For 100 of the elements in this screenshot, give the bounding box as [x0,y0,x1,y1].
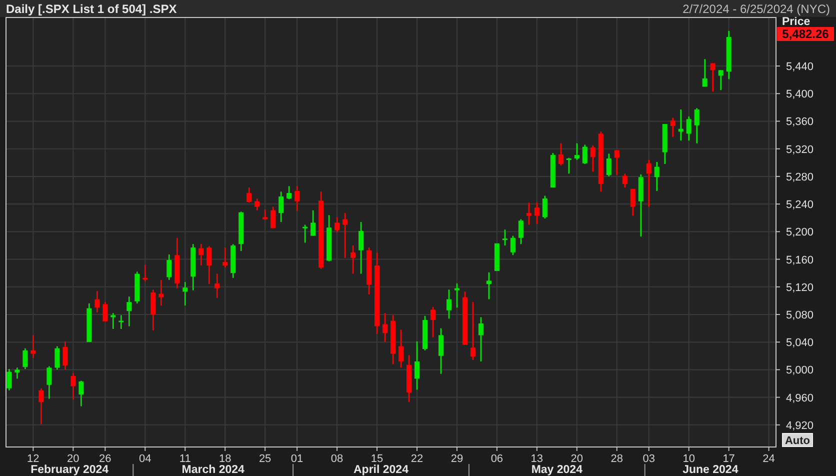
x-axis-label: 24 [762,453,775,465]
y-axis-label: 5,120 [786,282,814,294]
candlestick [6,369,12,390]
candlestick [438,328,444,374]
candlestick [478,317,484,362]
candlestick [502,230,508,246]
date-range: 2/7/2024 - 6/25/2024 (NYC) [682,0,830,17]
candlestick [22,348,28,369]
candlestick [70,373,76,400]
y-axis-label: 5,160 [786,254,814,266]
candlestick [614,150,620,176]
candlestick [302,224,308,243]
candlestick [358,222,364,274]
candlestick [126,296,132,326]
chart-title: Daily [.SPX List 1 of 504] .SPX [6,0,177,18]
x-axis-label: 04 [139,453,152,465]
candlestick [542,196,548,219]
x-axis-label: 15 [370,453,384,465]
candlestick [470,302,476,360]
x-axis-label: 25 [258,453,272,465]
x-axis-label: 20 [570,453,584,465]
candlestick [710,63,716,92]
x-axis-label: 18 [218,453,232,465]
candlestick [62,341,68,370]
month-label: April 2024 [354,464,408,476]
y-axis-label: 5,080 [786,309,814,322]
candlestick [518,219,524,244]
candlestick [222,248,228,268]
candlestick [454,283,460,308]
candlestick [206,246,212,284]
candlestick [590,145,596,172]
month-label: March 2024 [182,464,244,476]
candlestick [254,198,260,210]
candlestick [166,254,172,280]
x-axis-label: 20 [67,453,80,465]
candlestick [134,272,140,304]
month-label: February 2024 [30,464,109,476]
candlestick [430,306,436,338]
candlestick [350,245,356,274]
candlestick [694,108,700,144]
last-price-tag: 5,482.26 [777,27,834,41]
y-axis-label: 5,200 [786,226,814,239]
candlestick [382,313,388,342]
x-axis-label: 17 [722,453,735,465]
candlestick [182,282,188,306]
x-axis-label: 29 [450,453,464,465]
candlestick [510,236,516,256]
candlestick [606,154,612,176]
candlestick [198,244,204,266]
candlestick [158,280,164,306]
candlestick [286,186,292,200]
candlestick [678,110,684,141]
candlestick [670,118,676,138]
candlestick [630,188,636,216]
auto-button[interactable]: Auto [782,433,813,447]
x-axis-label: 10 [682,453,695,465]
candlestick [150,290,156,330]
candlestick [686,116,692,141]
x-axis-label: 13 [530,453,544,465]
candlestick [574,143,580,160]
candlestick [486,272,492,300]
candlestick [190,244,196,290]
candlestick [446,290,452,319]
candlestick [646,160,652,207]
candlestick [262,210,268,220]
month-label: June 2024 [682,464,738,476]
x-axis-label: 03 [642,453,655,465]
candlestick [526,202,532,225]
candlestick [654,162,660,191]
candlestick [310,210,316,236]
candlestick [238,212,244,251]
x-axis-label: 06 [490,453,504,465]
x-axis-label: 22 [410,453,424,465]
y-axis-label: 5,320 [786,144,814,156]
y-axis-label: 5,240 [786,199,814,212]
candlestick [230,244,236,278]
candlestick [422,316,428,350]
candlestick [582,144,588,164]
candlestick [558,143,564,166]
candlestick [398,330,404,368]
candlestick [718,70,724,90]
candlestick [86,303,92,342]
y-axis-label: 5,000 [786,364,814,377]
x-axis-label: 12 [27,453,40,465]
candlestick [110,313,116,329]
candlestick [494,243,500,271]
candlestick [214,274,220,298]
x-axis-label: 11 [179,453,191,465]
month-label: May 2024 [531,464,582,476]
candlestick [638,174,644,236]
candlestick [174,238,180,288]
y-axis-label: 4,920 [786,420,814,432]
candlestick [118,315,124,329]
candlestick [566,158,572,174]
candlestick [534,202,540,224]
y-axis-label: 5,360 [786,116,814,128]
candlestick [390,315,396,364]
y-axis-label: 5,400 [786,88,814,101]
candlestick [662,124,668,164]
candlestick [54,346,60,370]
